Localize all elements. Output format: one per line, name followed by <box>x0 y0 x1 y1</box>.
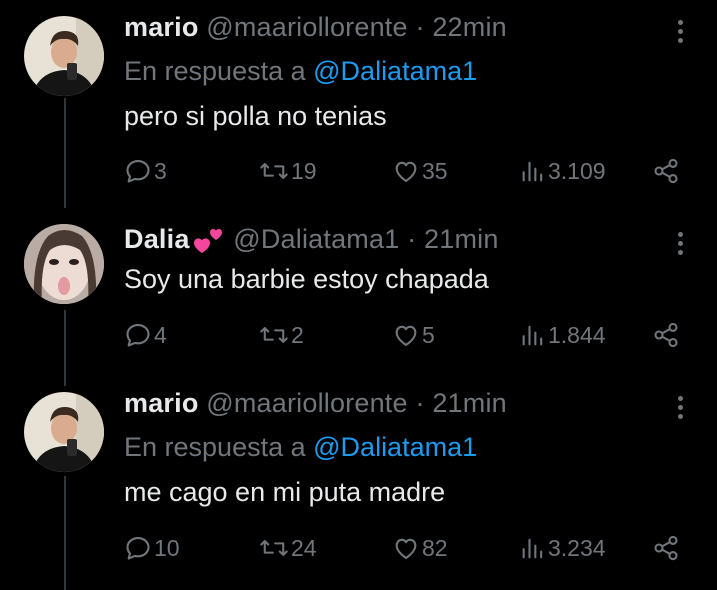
share-button[interactable] <box>652 318 680 352</box>
view-count: 3.234 <box>548 534 606 561</box>
views-button[interactable]: 3.109 <box>520 154 606 188</box>
reply-button[interactable]: 10 <box>124 531 180 565</box>
heart-icon <box>395 538 417 559</box>
heart-icon <box>395 161 417 182</box>
retweet-count: 19 <box>291 157 317 184</box>
action-bar: 10 24 82 3.234 <box>124 531 694 565</box>
reply-prefix: En respuesta a <box>124 432 306 462</box>
like-count: 82 <box>422 534 448 561</box>
avatar[interactable] <box>24 392 104 472</box>
retweet-button[interactable]: 24 <box>259 531 317 565</box>
tweet[interactable]: Dalia @Daliatama1 · 21min Soy una barbie… <box>0 216 717 376</box>
retweet-icon <box>260 163 288 179</box>
retweet-icon <box>260 327 288 343</box>
action-bar: 4 2 5 1.844 <box>124 318 694 352</box>
share-icon <box>654 158 678 184</box>
tweet-text: me cago en mi puta madre <box>124 477 446 507</box>
timestamp[interactable]: · 22min <box>415 12 506 42</box>
action-bar: 3 19 35 3.109 <box>124 154 694 188</box>
author-handle[interactable]: @Daliatama1 <box>233 224 399 254</box>
reply-icon <box>126 160 150 183</box>
reply-count: 3 <box>154 157 167 184</box>
reply-mention-link[interactable]: @Daliatama1 <box>313 432 477 462</box>
retweet-count: 2 <box>291 321 304 348</box>
share-icon <box>654 322 678 348</box>
reply-icon <box>126 324 150 347</box>
views-button[interactable]: 3.234 <box>520 531 606 565</box>
author-name[interactable]: mario <box>124 388 199 418</box>
reply-context: En respuesta a @Daliatama1 <box>124 432 477 463</box>
more-options-icon[interactable] <box>668 228 692 258</box>
author-handle[interactable]: @maariollorente <box>206 12 408 42</box>
tweet-text: Soy una barbie estoy chapada <box>124 264 489 294</box>
avatar[interactable] <box>24 16 104 96</box>
reply-button[interactable]: 3 <box>124 154 167 188</box>
retweet-button[interactable]: 19 <box>259 154 317 188</box>
share-icon <box>654 535 678 561</box>
reply-button[interactable]: 4 <box>124 318 167 352</box>
retweet-icon <box>260 540 288 556</box>
retweet-button[interactable]: 2 <box>259 318 304 352</box>
reply-context: En respuesta a @Daliatama1 <box>124 56 477 87</box>
views-icon <box>522 325 543 346</box>
author-name[interactable]: mario <box>124 12 199 42</box>
reply-icon <box>126 537 150 560</box>
share-button[interactable] <box>652 154 680 188</box>
reply-count: 10 <box>154 534 180 561</box>
tweet-header: mario @maariollorente · 21min <box>124 388 507 419</box>
heart-icon <box>395 325 417 346</box>
avatar[interactable] <box>24 224 104 304</box>
like-count: 35 <box>422 157 448 184</box>
like-button[interactable]: 82 <box>392 531 448 565</box>
tweet-header: mario @maariollorente · 22min <box>124 12 507 43</box>
more-options-icon[interactable] <box>668 16 692 46</box>
retweet-count: 24 <box>291 534 317 561</box>
reply-mention-link[interactable]: @Daliatama1 <box>313 56 477 86</box>
like-button[interactable]: 35 <box>392 154 448 188</box>
tweet[interactable]: mario @maariollorente · 22min En respues… <box>0 0 717 200</box>
author-handle[interactable]: @maariollorente <box>206 388 408 418</box>
author-name[interactable]: Dalia <box>124 224 190 254</box>
revolving-hearts-icon <box>193 228 222 253</box>
reply-count: 4 <box>154 321 167 348</box>
view-count: 3.109 <box>548 157 606 184</box>
share-button[interactable] <box>652 531 680 565</box>
reply-prefix: En respuesta a <box>124 56 306 86</box>
timestamp[interactable]: · 21min <box>407 224 498 254</box>
more-options-icon[interactable] <box>668 392 692 422</box>
timestamp[interactable]: · 21min <box>415 388 506 418</box>
views-icon <box>522 538 543 559</box>
tweet-header: Dalia @Daliatama1 · 21min <box>124 224 499 256</box>
views-icon <box>522 161 543 182</box>
views-button[interactable]: 1.844 <box>520 318 606 352</box>
like-button[interactable]: 5 <box>392 318 435 352</box>
tweet[interactable]: mario @maariollorente · 21min En respues… <box>0 384 717 590</box>
tweet-text: pero si polla no tenias <box>124 101 387 131</box>
view-count: 1.844 <box>548 321 606 348</box>
like-count: 5 <box>422 321 435 348</box>
